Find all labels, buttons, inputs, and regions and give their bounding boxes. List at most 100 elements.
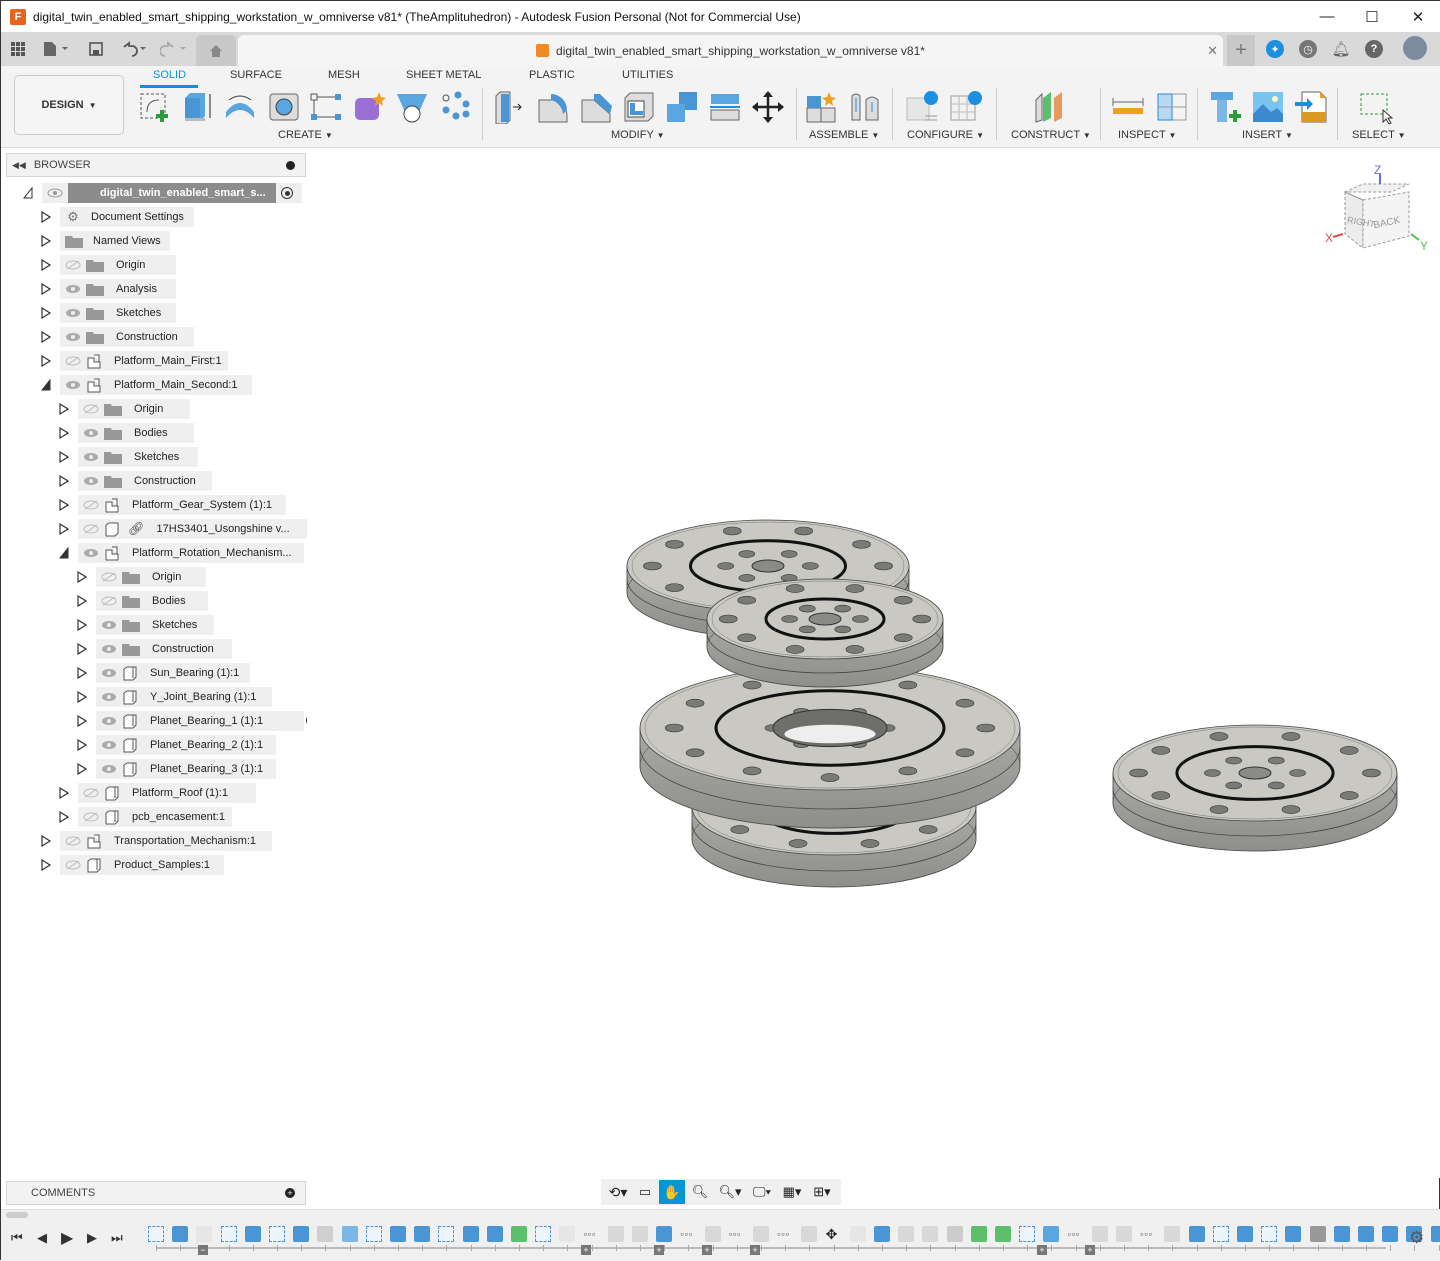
document-tab[interactable]: digital_twin_enabled_smart_shipping_work…	[238, 35, 1223, 66]
joint-icon[interactable]	[848, 90, 882, 124]
configure-menu[interactable]: CONFIGURE ▼	[907, 129, 984, 141]
timeline-feature-new-component[interactable]	[196, 1226, 212, 1242]
offset-plane-icon[interactable]	[1032, 90, 1066, 124]
timeline-feature-copy[interactable]	[1116, 1226, 1132, 1242]
pan-icon[interactable]: ✋	[659, 1180, 685, 1204]
visibility-hidden-icon[interactable]	[83, 524, 99, 534]
browser-item[interactable]: Y_Joint_Bearing (1):1	[1, 687, 311, 707]
browser-item[interactable]: ⚙Document Settings	[1, 207, 311, 227]
file-menu-icon[interactable]	[41, 39, 71, 59]
look-at-icon[interactable]: ▭	[635, 1184, 655, 1200]
timeline-feature-extrude[interactable]	[1382, 1226, 1398, 1242]
insert-menu[interactable]: INSERT ▼	[1242, 129, 1293, 141]
timeline-feature-copy[interactable]	[608, 1226, 624, 1242]
collapse-panel-icon[interactable]: ◀◀	[12, 160, 26, 171]
browser-item[interactable]: Platform_Main_Second:1	[1, 375, 311, 395]
assemble-menu[interactable]: ASSEMBLE ▼	[809, 129, 879, 141]
timeline-feature-new-component[interactable]	[559, 1226, 575, 1242]
press-pull-icon[interactable]	[493, 90, 527, 124]
construct-menu[interactable]: CONSTRUCT ▼	[1011, 129, 1091, 141]
visibility-eye-icon[interactable]	[101, 740, 117, 750]
collapsed-triangle-icon[interactable]	[77, 691, 87, 703]
comments-panel[interactable]: COMMENTS +	[6, 1181, 306, 1205]
step-back-icon[interactable]: ◀	[37, 1230, 47, 1246]
timeline-feature-group[interactable]: ▫▫▫	[1068, 1226, 1084, 1242]
section-analysis-icon[interactable]	[1154, 90, 1188, 124]
timeline-feature-pattern[interactable]	[342, 1226, 358, 1242]
visibility-hidden-icon[interactable]	[101, 596, 117, 606]
play-icon[interactable]: ▶	[61, 1228, 73, 1248]
zoom-icon[interactable]: 🔍︎	[689, 1184, 711, 1200]
user-avatar[interactable]	[1403, 36, 1427, 60]
visibility-hidden-icon[interactable]	[65, 260, 81, 270]
timeline-feature-copy[interactable]	[1164, 1226, 1180, 1242]
timeline-feature-sketch[interactable]	[1019, 1226, 1035, 1242]
chamfer-icon[interactable]	[579, 90, 613, 124]
collapsed-triangle-icon[interactable]	[41, 211, 51, 223]
collapsed-triangle-icon[interactable]	[59, 403, 69, 415]
visibility-hidden-icon[interactable]	[83, 788, 99, 798]
add-comment-icon[interactable]: +	[285, 1188, 295, 1198]
redo-icon[interactable]	[159, 39, 189, 59]
window-select-icon[interactable]	[1359, 90, 1393, 124]
browser-item[interactable]: Origin	[1, 567, 311, 587]
collapsed-triangle-icon[interactable]	[41, 259, 51, 271]
timeline-expand-group-icon[interactable]: +	[1085, 1245, 1095, 1255]
browser-item[interactable]: Bodies	[1, 591, 311, 611]
browser-item[interactable]: Construction	[1, 639, 311, 659]
visibility-hidden-icon[interactable]	[65, 836, 81, 846]
create-sketch-icon[interactable]	[138, 90, 172, 124]
timeline-feature-plane[interactable]	[511, 1226, 527, 1242]
browser-item[interactable]: 🔗︎17HS3401_Usongshine v...	[1, 519, 311, 539]
bearing-disc[interactable]	[707, 579, 943, 687]
collapsed-triangle-icon[interactable]	[77, 739, 87, 751]
panel-options-icon[interactable]	[286, 161, 295, 170]
browser-item[interactable]: Sun_Bearing (1):1	[1, 663, 311, 683]
browser-item[interactable]: Sketches	[1, 447, 311, 467]
visibility-eye-icon[interactable]	[101, 764, 117, 774]
timeline-collapse-group-icon[interactable]: −	[198, 1245, 208, 1255]
hole-icon[interactable]	[267, 90, 301, 124]
browser-item[interactable]: pcb_encasement:1	[1, 807, 311, 827]
orbit-icon[interactable]: ⟲▾	[605, 1184, 631, 1201]
expanded-triangle-icon[interactable]	[41, 379, 51, 391]
visibility-eye-icon[interactable]	[101, 644, 117, 654]
bearing-disc[interactable]	[640, 666, 1020, 828]
fillet-icon[interactable]	[536, 90, 570, 124]
split-body-icon[interactable]	[708, 90, 742, 124]
tab-utilities[interactable]: UTILITIES	[622, 69, 673, 81]
tab-mesh[interactable]: MESH	[328, 69, 360, 81]
visibility-eye-icon[interactable]	[65, 332, 81, 342]
timeline-expand-group-icon[interactable]: +	[1037, 1245, 1047, 1255]
timeline-feature-sweep[interactable]	[971, 1226, 987, 1242]
browser-item[interactable]: Planet_Bearing_2 (1):1	[1, 735, 311, 755]
timeline-feature-sketch[interactable]	[366, 1226, 382, 1242]
browser-item[interactable]: Origin	[1, 255, 311, 275]
timeline-feature-copy-body[interactable]	[947, 1226, 963, 1242]
tab-solid[interactable]: SOLID	[153, 69, 186, 81]
tab-sheet-metal[interactable]: SHEET METAL	[406, 69, 481, 81]
timeline-feature-extrude[interactable]	[172, 1226, 188, 1242]
browser-item[interactable]: Analysis	[1, 279, 311, 299]
timeline-feature-joint-origin[interactable]	[1334, 1226, 1350, 1242]
timeline-feature-extrude[interactable]	[414, 1226, 430, 1242]
move-copy-icon[interactable]	[751, 90, 785, 124]
timeline-expand-group-icon[interactable]: +	[654, 1245, 664, 1255]
visibility-eye-icon[interactable]	[101, 692, 117, 702]
notifications-bell-icon[interactable]: 🔔︎	[1332, 40, 1350, 58]
timeline-feature-extrude[interactable]	[293, 1226, 309, 1242]
browser-item[interactable]: Sketches	[1, 615, 311, 635]
timeline-feature-sketch[interactable]	[535, 1226, 551, 1242]
shell-icon[interactable]	[622, 90, 656, 124]
timeline-feature-extrude[interactable]	[1285, 1226, 1301, 1242]
tab-surface[interactable]: SURFACE	[230, 69, 282, 81]
collapsed-triangle-icon[interactable]	[59, 475, 69, 487]
tab-plastic[interactable]: PLASTIC	[529, 69, 575, 81]
timeline-feature-extrude[interactable]	[1431, 1226, 1440, 1242]
timeline-feature-extrude[interactable]	[487, 1226, 503, 1242]
view-cube[interactable]: RIGHT BACK Z X Y	[1325, 162, 1435, 262]
browser-item[interactable]: Transportation_Mechanism:1	[1, 831, 311, 851]
insert-canvas-icon[interactable]	[1251, 90, 1285, 124]
browser-item[interactable]: Platform_Gear_System (1):1	[1, 495, 311, 515]
collapsed-triangle-icon[interactable]	[77, 643, 87, 655]
